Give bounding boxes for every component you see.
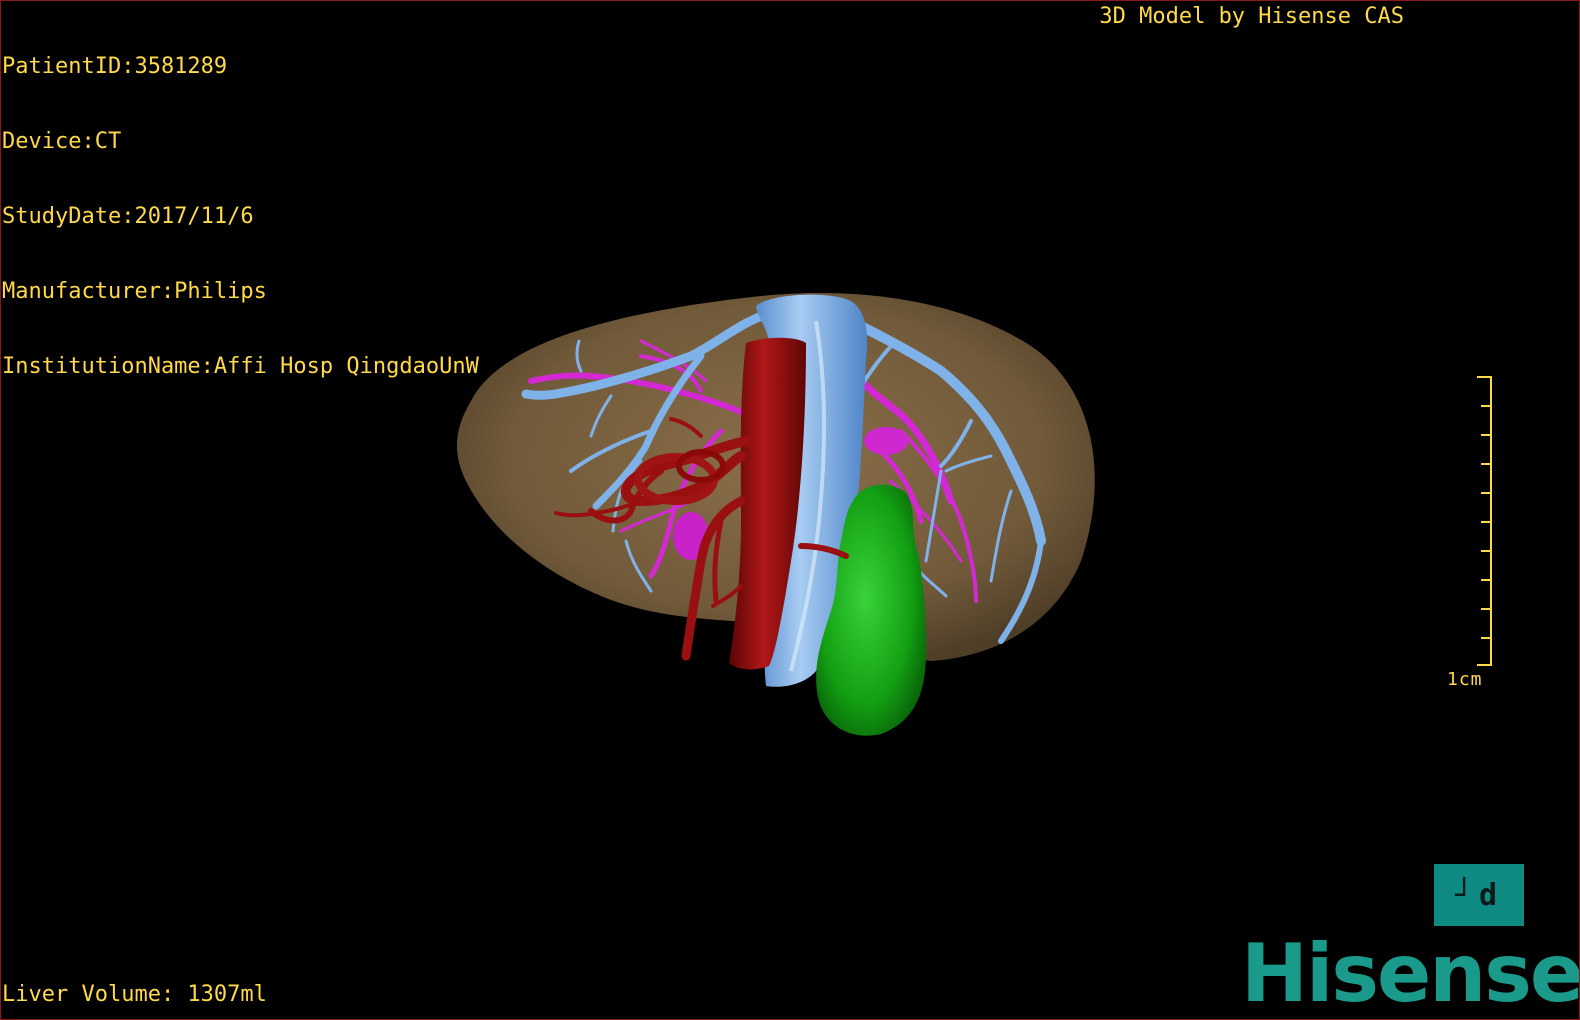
patient-id-text: PatientID:3581289 [2, 54, 228, 79]
scale-ruler [1477, 376, 1492, 666]
hisense-logo: Hisense [1241, 927, 1580, 1020]
manufacturer-text: Manufacturer:Philips [2, 279, 267, 304]
model-credit-text: 3D Model by Hisense CAS [1099, 4, 1404, 29]
liver-volume-text: Liver Volume: 1307ml [2, 982, 267, 1007]
institution-text: InstitutionName:Affi Hosp QingdaoUnW [2, 354, 479, 379]
3d-viewport[interactable]: PatientID:3581289 Device:CT StudyDate:20… [0, 0, 1580, 1020]
study-date-text: StudyDate:2017/11/6 [2, 204, 254, 229]
hepatic-vein-trunk [864, 427, 908, 455]
orientation-cube-icon[interactable]: ┘d [1434, 864, 1524, 926]
patient-info-block: PatientID:3581289 Device:CT StudyDate:20… [2, 4, 479, 429]
device-text: Device:CT [2, 129, 122, 154]
scale-label: 1cm [1447, 669, 1483, 690]
